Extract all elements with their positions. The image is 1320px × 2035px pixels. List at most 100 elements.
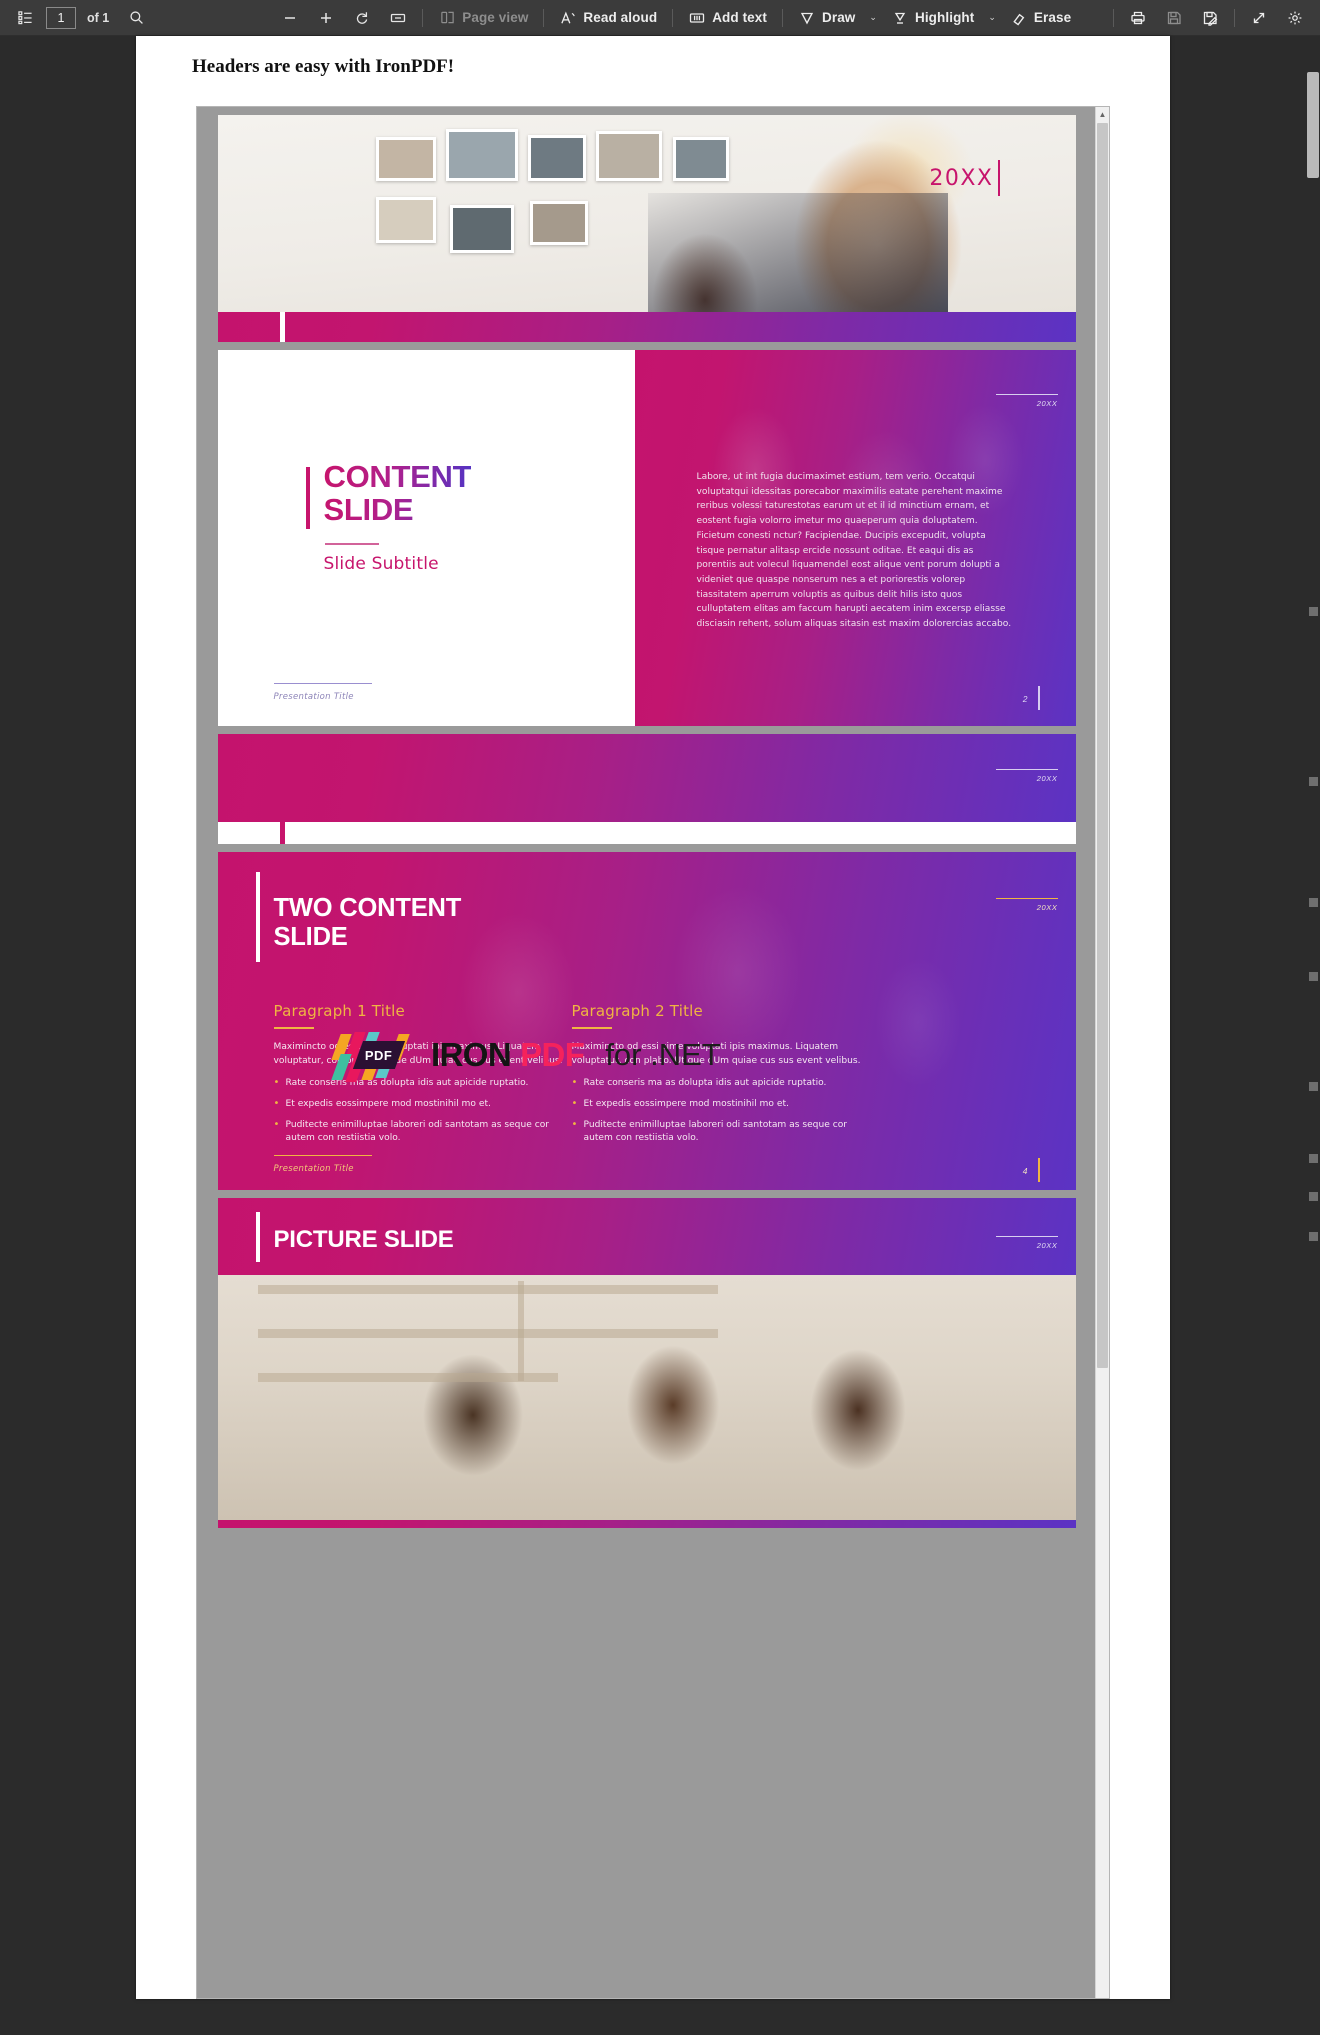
viewer-body: Headers are easy with IronPDF! 20XX CONT… — [0, 36, 1320, 2035]
slide2-left-panel: CONTENT SLIDE Slide Subtitle Presentatio… — [217, 350, 635, 726]
slide-picture[interactable]: PICTURE SLIDE 20XX — [217, 1198, 1076, 1528]
slide-section-break[interactable]: 20XX — [217, 734, 1076, 844]
fit-page-icon — [389, 9, 407, 27]
read-aloud-button[interactable]: Read aloud — [551, 4, 665, 32]
slide2-title-line1: CONTENT — [323, 459, 472, 494]
slide2-slide-number: 2 — [1022, 694, 1028, 704]
save-icon — [1165, 9, 1183, 27]
list-item: Rate conseris ma as dolupta idis aut api… — [572, 1076, 872, 1091]
app-scrollbar[interactable] — [1306, 72, 1320, 2035]
eraser-icon — [1010, 9, 1028, 27]
presentation-slides-container: 20XX CONTENT SLIDE Slide Subtitle Presen… — [197, 107, 1096, 1528]
draw-pen-icon — [798, 9, 816, 27]
pdf-page: Headers are easy with IronPDF! 20XX CONT… — [136, 36, 1170, 1999]
page-view-label: Page view — [462, 10, 529, 25]
slide4-column-2-body: Maximincto od essi sime voluptati ipis m… — [571, 1041, 861, 1066]
erase-label: Erase — [1033, 10, 1072, 25]
slide-two-content[interactable]: TWO CONTENT SLIDE 20XX Paragraph 1 Title… — [217, 852, 1076, 1190]
slide3-year: 20XX — [1036, 774, 1058, 783]
slide4-column-2-rule — [571, 1027, 612, 1029]
presentation-scrollbar-thumb[interactable] — [1097, 123, 1108, 1368]
slide2-year-rule — [995, 394, 1058, 395]
print-button[interactable] — [1121, 4, 1155, 32]
slide4-footer-text: Presentation Title — [273, 1164, 354, 1174]
slide2-right-panel: 20XX Labore, ut int fugia ducimaximet es… — [634, 350, 1076, 726]
draw-label: Draw — [822, 10, 856, 25]
slide5-photo — [217, 1275, 1076, 1520]
fit-page-button[interactable] — [381, 4, 415, 32]
slide4-title-line2: SLIDE — [273, 922, 348, 951]
rotate-icon — [353, 9, 371, 27]
slide4-year: 20XX — [1036, 903, 1058, 912]
slide4-slide-number: 4 — [1022, 1166, 1028, 1176]
highlight-button[interactable]: Highlight — [883, 4, 982, 32]
slide5-year: 20XX — [1036, 1241, 1058, 1250]
page-number-input[interactable] — [46, 6, 76, 29]
slide4-column-2: Paragraph 2 Title Maximincto od essi sim… — [571, 1002, 872, 1153]
slide2-title-line2: SLIDE — [323, 492, 414, 528]
draw-button[interactable]: Draw — [790, 4, 863, 32]
toolbar-divider — [1113, 8, 1114, 27]
slide1-year: 20XX — [929, 166, 994, 191]
highlight-dropdown-caret[interactable]: ⌄ — [984, 12, 1000, 23]
erase-button[interactable]: Erase — [1002, 4, 1079, 32]
slide1-photo-shadow — [647, 193, 948, 312]
slide2-footer-text: Presentation Title — [273, 692, 354, 702]
slide4-title: TWO CONTENT SLIDE — [274, 894, 462, 951]
list-item: Puditecte enimilluptae laboreri odi sant… — [274, 1118, 574, 1145]
slide4-title-line1: TWO CONTENT — [273, 894, 462, 922]
slide4-column-1-bullets: Rate conseris ma as dolupta idis aut api… — [274, 1076, 574, 1146]
slide2-accent-bar — [305, 467, 310, 529]
slide4-column-1-body: Maximincto od essi sime voluptati ipis m… — [273, 1041, 563, 1066]
app-scrollbar-thumb[interactable] — [1307, 72, 1319, 178]
list-item: Puditecte enimilluptae laboreri odi sant… — [572, 1118, 872, 1145]
slide4-column-1-title: Paragraph 1 Title — [273, 1002, 405, 1020]
rotate-button[interactable] — [345, 4, 379, 32]
toolbar-divider — [672, 8, 674, 27]
draw-dropdown-caret[interactable]: ⌄ — [865, 12, 881, 23]
search-icon — [127, 9, 145, 27]
read-aloud-label: Read aloud — [583, 10, 658, 25]
slide5-accent-bar — [255, 1212, 260, 1262]
slide2-body-text: Labore, ut int fugia ducimaximet estium,… — [696, 472, 1012, 630]
search-button[interactable] — [119, 4, 153, 32]
list-item: Et expedis eossimpere mod mostinihil mo … — [572, 1097, 872, 1112]
plus-icon — [317, 9, 335, 27]
slide3-year-rule — [995, 769, 1058, 770]
slide4-year-rule — [995, 898, 1058, 899]
presentation-scrollbar[interactable]: ▲ — [1095, 107, 1109, 1998]
print-icon — [1129, 9, 1147, 27]
thumbnails-toggle-button[interactable] — [8, 4, 42, 32]
settings-button[interactable] — [1278, 4, 1312, 32]
slide4-column-1: Paragraph 1 Title Maximincto od essi sim… — [273, 1002, 574, 1153]
zoom-in-button[interactable] — [309, 4, 343, 32]
zoom-out-button[interactable] — [273, 4, 307, 32]
save-as-button[interactable] — [1193, 4, 1227, 32]
slide2-number-bar — [1038, 686, 1040, 710]
slide-title[interactable]: 20XX — [217, 115, 1076, 342]
slide4-column-2-bullets: Rate conseris ma as dolupta idis aut api… — [572, 1076, 872, 1146]
slide3-white-band — [217, 822, 1076, 844]
highlight-label: Highlight — [914, 10, 975, 25]
slide2-year: 20XX — [1036, 399, 1058, 408]
slide5-title-band: PICTURE SLIDE 20XX — [217, 1198, 1076, 1275]
slide5-bottom-bar — [217, 1520, 1076, 1528]
fullscreen-icon — [1250, 9, 1268, 27]
slide1-footer-notch — [279, 312, 285, 342]
save-button[interactable] — [1157, 4, 1191, 32]
list-item: Et expedis eossimpere mod mostinihil mo … — [274, 1097, 574, 1112]
toolbar-divider — [543, 8, 545, 27]
add-text-icon — [688, 9, 706, 27]
add-text-button[interactable]: Add text — [680, 4, 775, 32]
page-view-button[interactable]: Page view — [430, 4, 536, 32]
slide5-year-rule — [995, 1236, 1058, 1237]
slide2-footer-rule — [273, 682, 372, 684]
fullscreen-button[interactable] — [1242, 4, 1276, 32]
scroll-up-arrow-icon[interactable]: ▲ — [1096, 107, 1109, 122]
slide2-title: CONTENT SLIDE — [324, 460, 472, 526]
slide1-accent-bar — [997, 160, 1000, 196]
read-aloud-icon — [559, 9, 577, 27]
slide1-photo — [217, 115, 1076, 312]
add-text-label: Add text — [712, 10, 767, 25]
slide-content[interactable]: CONTENT SLIDE Slide Subtitle Presentatio… — [217, 350, 1076, 726]
